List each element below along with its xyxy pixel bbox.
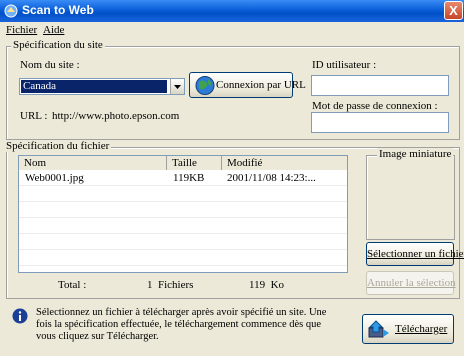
info-text: Sélectionnez un fichier à télécharger ap… (36, 307, 327, 342)
dropdown-button[interactable] (170, 79, 184, 94)
total-files: 1 Fichiers (147, 279, 194, 291)
thumbnail-frame (366, 155, 455, 240)
user-id-input[interactable] (311, 75, 449, 96)
select-file-button[interactable]: Sélectionner un fichier (366, 242, 464, 266)
select-file-label: Sélectionner un fichier (367, 248, 464, 260)
column-divider (221, 156, 222, 170)
menu-fichier-label: Fichier (6, 24, 38, 36)
globe-icon (195, 76, 215, 95)
upload-button-label: Télécharger (395, 323, 447, 335)
column-header-modified[interactable]: Modifié (227, 157, 262, 169)
table-row[interactable]: Web0001.jpg 119KB 2001/11/08 14:23:... (19, 171, 347, 186)
site-spec-legend: Spécification du site (11, 39, 105, 51)
column-header-size[interactable]: Taille (172, 157, 197, 169)
file-size-cell: 119KB (173, 172, 205, 184)
close-button[interactable]: X (444, 1, 463, 20)
site-name-label: Nom du site : (20, 59, 80, 71)
url-value: http://www.photo.epson.com (52, 110, 180, 122)
password-label: Mot de passe de connexion : (312, 100, 438, 112)
upload-button[interactable]: Télécharger (362, 314, 454, 344)
connect-button-label: Connexion par URL (216, 79, 306, 91)
menu-aide-label: Aide (43, 24, 65, 36)
column-divider (166, 156, 167, 170)
chevron-down-icon (174, 85, 181, 89)
file-spec-legend: Spécification du fichier (4, 140, 112, 152)
cancel-selection-label: Annuler la sélection (367, 277, 456, 289)
info-icon (12, 308, 28, 324)
password-input[interactable] (311, 112, 449, 133)
menu-fichier[interactable]: Fichier (6, 24, 37, 36)
file-modified-cell: 2001/11/08 14:23:... (227, 172, 316, 184)
scan-app-icon (4, 4, 18, 18)
cancel-selection-button[interactable]: Annuler la sélection (366, 271, 456, 295)
url-label: URL : (20, 110, 48, 122)
user-id-label: ID utilisateur : (312, 59, 377, 71)
column-header-name[interactable]: Nom (24, 157, 46, 169)
total-label: Total : (58, 279, 87, 291)
upload-icon (368, 320, 389, 338)
upload-label: Télécharger (395, 323, 448, 335)
total-size: 119 Ko (249, 279, 285, 291)
menu-aide[interactable]: Aide (43, 24, 64, 36)
thumbnail-label: Image miniature (377, 148, 454, 160)
file-name-cell: Web0001.jpg (25, 172, 84, 184)
site-name-select[interactable]: Canada (19, 78, 185, 95)
file-list[interactable]: Nom Taille Modifié Web0001.jpg 119KB 200… (18, 155, 348, 273)
window-title: Scan to Web (22, 3, 94, 17)
site-name-value: Canada (21, 80, 167, 93)
connect-by-url-button[interactable]: Connexion par URL (189, 72, 306, 98)
